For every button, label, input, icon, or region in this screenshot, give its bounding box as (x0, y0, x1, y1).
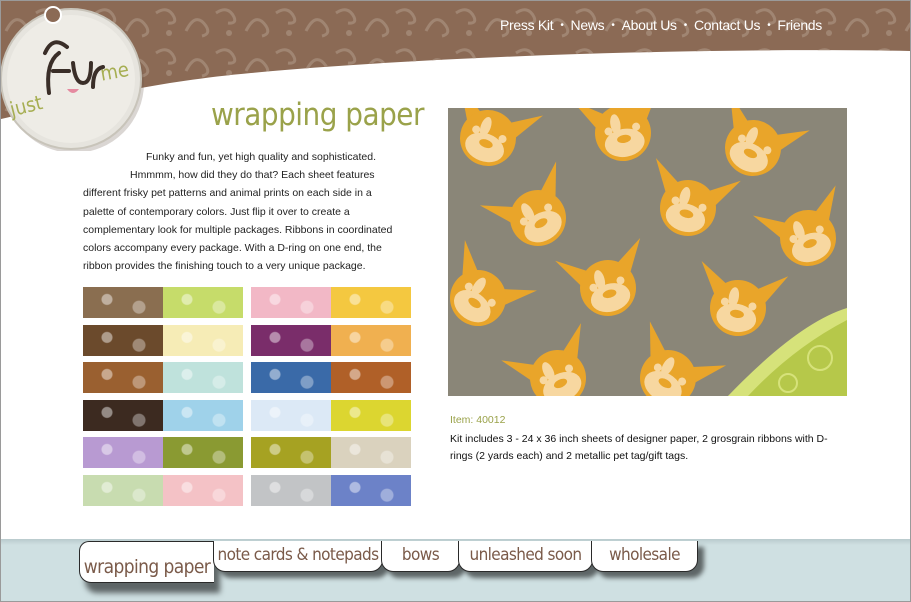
swatch-front (83, 324, 163, 356)
swatch-front (83, 437, 163, 468)
swatch-front (251, 362, 331, 393)
paper-swatch[interactable] (83, 362, 243, 393)
swatch-back (331, 474, 411, 506)
swatch-back (163, 362, 243, 393)
swatch-front (251, 287, 331, 318)
swatch-back (163, 437, 243, 468)
page: Press Kit • News • About Us • Contact Us… (0, 0, 911, 602)
nav-news[interactable]: News (571, 17, 605, 33)
logo[interactable]: just me (1, 1, 151, 151)
paper-swatch[interactable] (251, 287, 411, 318)
swatch-back (331, 324, 411, 356)
paper-swatch[interactable] (251, 324, 411, 356)
item-description: Kit includes 3 - 24 x 36 inch sheets of … (450, 433, 828, 462)
nav-separator: • (560, 19, 564, 31)
swatch-back (163, 399, 243, 431)
swatch-back (163, 287, 243, 318)
swatch-front (83, 287, 163, 318)
nav-friends[interactable]: Friends (777, 17, 822, 33)
nav-separator: • (611, 19, 615, 31)
tab-note-cards-notepads[interactable]: note cards & notepads (213, 541, 383, 572)
swatch-front (83, 362, 163, 393)
swatch-front (83, 399, 163, 431)
paper-swatch[interactable] (83, 474, 243, 506)
nav-separator: • (683, 19, 688, 31)
paper-swatch[interactable] (251, 474, 411, 506)
swatch-back (163, 324, 243, 356)
paper-swatch[interactable] (251, 362, 411, 393)
paper-swatch[interactable] (83, 324, 243, 356)
tab-bows[interactable]: bows (381, 541, 460, 572)
nav-about-us[interactable]: About Us (622, 17, 677, 33)
nav-press-kit[interactable]: Press Kit (500, 17, 554, 33)
paper-swatch[interactable] (83, 287, 243, 318)
tab-unleashed-soon[interactable]: unleashed soon (458, 541, 593, 572)
wrapping-paper-pattern-image (448, 108, 847, 396)
swatch-front (251, 399, 331, 431)
swatch-back (331, 287, 411, 318)
paper-swatch[interactable] (251, 399, 411, 431)
intro-paragraph: Funky and fun, yet high quality and soph… (83, 148, 413, 275)
intro-line: Hmmmm, how did they do that? Each sheet … (130, 169, 375, 182)
paper-swatch[interactable] (83, 437, 243, 468)
paper-swatch[interactable] (251, 437, 411, 468)
top-navigation: Press Kit • News • About Us • Contact Us… (500, 17, 822, 33)
intro-line: colors accompany every package. With a D… (83, 242, 382, 255)
intro-line: different frisky pet patterns and animal… (83, 187, 372, 200)
nav-contact-us[interactable]: Contact Us (694, 17, 761, 33)
swatch-back (331, 362, 411, 393)
paper-swatch[interactable] (83, 399, 243, 431)
tab-wholesale[interactable]: wholesale (591, 541, 698, 572)
swatch-back (331, 437, 411, 468)
page-title: wrapping paper (211, 97, 424, 133)
swatch-back (163, 474, 243, 506)
swatch-front (251, 474, 331, 506)
tab-wrapping-paper[interactable]: wrapping paper (79, 541, 214, 583)
intro-line: Funky and fun, yet high quality and soph… (146, 151, 376, 163)
swatch-front (251, 324, 331, 356)
svg-text:me: me (98, 57, 130, 86)
intro-line: palette of contemporary colors. Just fli… (83, 205, 350, 218)
swatch-back (331, 399, 411, 431)
nav-separator: • (767, 19, 771, 31)
swatch-front (83, 474, 163, 506)
intro-line: complementary look for multiple packages… (83, 223, 393, 236)
swatch-front (251, 437, 331, 468)
intro-line: ribbon provides the finishing touch to a… (83, 260, 366, 273)
item-number: Item: 40012 (450, 414, 506, 426)
